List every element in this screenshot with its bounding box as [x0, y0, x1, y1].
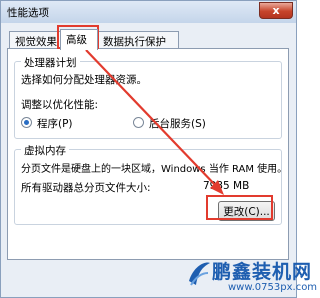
- optimize-label: 调整以优化性能:: [21, 99, 99, 111]
- watermark-url: www.0753px.com: [228, 282, 318, 293]
- performance-options-window: 性能选项 x 视觉效果 高级 数据执行保护 处理器计划 选择如何分配处理器资源。…: [0, 0, 297, 298]
- watermark-logo-icon: [189, 262, 210, 286]
- tab-panel-advanced: 处理器计划 选择如何分配处理器资源。 调整以优化性能: 程序(P) 后台服务(S…: [7, 48, 289, 260]
- processor-description: 选择如何分配处理器资源。: [21, 74, 147, 86]
- programs-radio-label[interactable]: 程序(P): [37, 116, 73, 131]
- watermark-name: 鹏鑫装机网: [212, 261, 313, 283]
- window-title: 性能选项: [7, 7, 49, 19]
- close-icon: x: [272, 4, 280, 17]
- paging-total-label: 所有驱动器总分页文件大小:: [21, 182, 151, 194]
- title-bar: 性能选项 x: [1, 1, 296, 23]
- paging-total-value: 7935 MB: [203, 180, 250, 192]
- tab-dep[interactable]: 数据执行保护: [97, 31, 179, 49]
- services-radio[interactable]: [133, 117, 144, 128]
- services-radio-label[interactable]: 后台服务(S): [149, 116, 206, 131]
- tab-visual-effects[interactable]: 视觉效果: [9, 31, 61, 49]
- tab-advanced[interactable]: 高级: [60, 29, 98, 50]
- processor-group: 处理器计划 选择如何分配处理器资源。 调整以优化性能: 程序(P) 后台服务(S…: [14, 55, 282, 139]
- programs-radio[interactable]: [21, 117, 32, 128]
- watermark: 鹏鑫装机网 www.0753px.com: [186, 255, 317, 298]
- processor-group-title: 处理器计划: [21, 55, 80, 70]
- close-button[interactable]: x: [259, 2, 293, 19]
- virtual-memory-title: 虚拟内存: [21, 143, 69, 158]
- change-button-highlight: [206, 195, 273, 220]
- virtual-memory-description: 分页文件是硬盘上的一块区域，Windows 当作 RAM 使用。: [21, 164, 288, 175]
